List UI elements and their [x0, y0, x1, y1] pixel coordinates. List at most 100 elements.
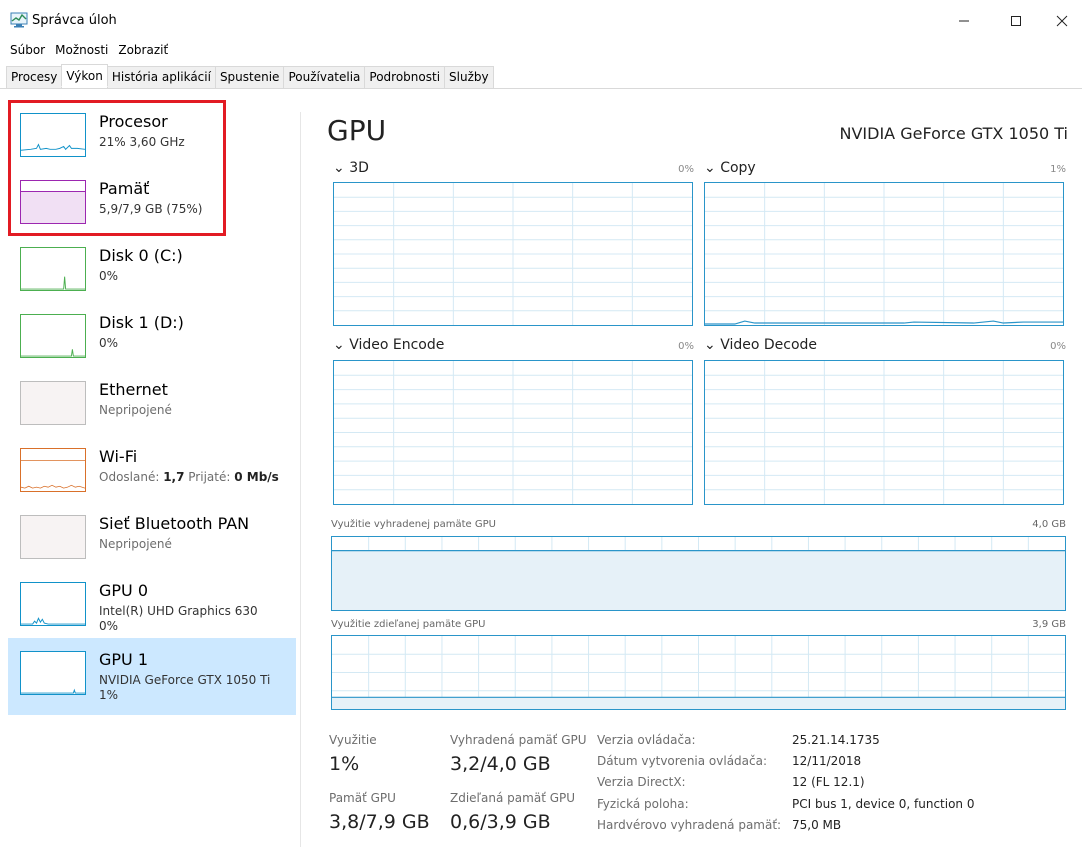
gpu-memory-label: Pamäť GPU	[329, 791, 396, 805]
tab-app-history[interactable]: História aplikácií	[106, 66, 216, 88]
sidebar-item-gpu-0[interactable]: GPU 0 Intel(R) UHD Graphics 630 0%	[8, 569, 296, 638]
sidebar-item-detail: Intel(R) UHD Graphics 630	[99, 604, 258, 618]
graph-3d	[333, 182, 693, 326]
sidebar-item-memory[interactable]: Pamäť 5,9/7,9 GB (75%)	[8, 167, 296, 234]
sidebar-item-bluetooth-pan[interactable]: Sieť Bluetooth PAN Nepripojené	[8, 502, 296, 569]
dedicated-memory-stat-label: Vyhradená pamäť GPU	[450, 733, 587, 747]
page-title: GPU	[327, 114, 387, 147]
window-title: Správca úloh	[32, 13, 117, 28]
dedicated-memory-stat-value: 3,2/4,0 GB	[450, 753, 551, 775]
gpu-0-thumbnail	[20, 582, 86, 626]
disk-0-thumbnail	[20, 247, 86, 291]
close-icon	[1056, 15, 1068, 27]
tabs-divider	[0, 88, 1082, 89]
chevron-down-icon: ⌄	[333, 160, 345, 176]
tab-startup[interactable]: Spustenie	[214, 66, 285, 88]
engine-label: 3D	[349, 160, 369, 176]
info-label: Hardvérovo vyhradená pamäť:	[597, 818, 782, 832]
sidebar-item-label: Disk 1 (D:)	[99, 313, 184, 332]
sidebar-item-label: Procesor	[99, 112, 168, 131]
sidebar-item-gpu-1[interactable]: GPU 1 NVIDIA GeForce GTX 1050 Ti 1%	[8, 638, 296, 715]
close-button[interactable]	[1040, 6, 1082, 36]
sidebar-item-detail: Nepripojené	[99, 403, 172, 417]
menu-file[interactable]: Súbor	[0, 40, 50, 62]
wifi-thumbnail	[20, 448, 86, 492]
driver-version-value: 25.21.14.1735	[792, 733, 880, 747]
sidebar-item-label: Wi-Fi	[99, 447, 138, 466]
sidebar-item-disk-1[interactable]: Disk 1 (D:) 0%	[8, 301, 296, 368]
sidebar-item-wifi[interactable]: Wi-Fi Odoslané: 1,7 Prijaté: 0 Mb/s	[8, 435, 296, 502]
shared-memory-label: Využitie zdieľanej pamäte GPU	[331, 619, 486, 630]
info-label: Dátum vytvorenia ovládača:	[597, 754, 768, 768]
engine-percent: 0%	[1050, 341, 1066, 352]
sidebar-item-label: Disk 0 (C:)	[99, 246, 183, 265]
sidebar-item-usage: 1%	[99, 688, 119, 702]
sidebar-item-label: Sieť Bluetooth PAN	[99, 514, 250, 533]
sidebar-item-usage: 0%	[99, 619, 119, 633]
dedicated-memory-max: 4,0 GB	[1032, 519, 1066, 530]
disk-1-thumbnail	[20, 314, 86, 358]
tab-strip: Procesy Výkon História aplikácií Spusten…	[6, 64, 494, 88]
directx-version-value: 12 (FL 12.1)	[792, 775, 865, 789]
chevron-down-icon: ⌄	[704, 337, 716, 353]
wifi-sent-value: 1,7	[163, 470, 185, 484]
info-label: Verzia ovládača:	[597, 733, 696, 747]
tab-performance[interactable]: Výkon	[61, 64, 108, 87]
ethernet-thumbnail	[20, 381, 86, 425]
graph-video-encode	[333, 360, 693, 505]
engine-selector-video-decode[interactable]: ⌄ Video Decode	[704, 337, 817, 353]
sidebar-item-cpu[interactable]: Procesor 21% 3,60 GHz	[8, 100, 296, 167]
engine-selector-copy[interactable]: ⌄ Copy	[704, 160, 756, 176]
graph-shared-memory	[331, 635, 1066, 710]
graph-copy	[704, 182, 1064, 326]
task-manager-icon	[10, 12, 28, 28]
sidebar-item-detail: 21% 3,60 GHz	[99, 135, 185, 149]
physical-location-value: PCI bus 1, device 0, function 0	[792, 797, 975, 811]
engine-label: Video Decode	[720, 337, 818, 353]
shared-memory-stat-value: 0,6/3,9 GB	[450, 811, 551, 833]
cpu-thumbnail	[20, 113, 86, 157]
engine-selector-video-encode[interactable]: ⌄ Video Encode	[333, 337, 444, 353]
gpu-device-name: NVIDIA GeForce GTX 1050 Ti	[839, 124, 1069, 143]
engine-selector-3d[interactable]: ⌄ 3D	[333, 160, 369, 176]
utilization-value: 1%	[329, 753, 360, 775]
wifi-received-label: Prijaté:	[184, 470, 235, 484]
gpu-1-thumbnail	[20, 651, 86, 695]
graph-dedicated-memory	[331, 536, 1066, 611]
menu-view[interactable]: Zobraziť	[113, 40, 173, 62]
tab-services[interactable]: Služby	[444, 66, 494, 88]
sidebar-item-label: GPU 0	[99, 581, 149, 600]
maximize-button[interactable]	[994, 6, 1038, 36]
tab-users[interactable]: Používatelia	[283, 66, 366, 88]
sidebar-item-detail: 5,9/7,9 GB (75%)	[99, 202, 203, 216]
engine-percent: 1%	[1050, 164, 1066, 175]
menu-options[interactable]: Možnosti	[50, 40, 113, 62]
engine-label: Copy	[720, 160, 756, 176]
minimize-icon	[959, 20, 969, 22]
tab-details[interactable]: Podrobnosti	[364, 66, 446, 88]
sidebar-item-detail: 0%	[99, 269, 119, 283]
panel-divider[interactable]	[300, 112, 301, 847]
sidebar-item-disk-0[interactable]: Disk 0 (C:) 0%	[8, 234, 296, 301]
chevron-down-icon: ⌄	[333, 337, 345, 353]
driver-date-value: 12/11/2018	[792, 754, 862, 768]
shared-memory-stat-label: Zdieľaná pamäť GPU	[450, 791, 576, 805]
memory-thumbnail	[20, 180, 86, 224]
graph-video-decode	[704, 360, 1064, 505]
engine-percent: 0%	[678, 341, 694, 352]
maximize-icon	[1011, 16, 1021, 26]
sidebar-item-label: GPU 1	[99, 650, 149, 669]
info-label: Fyzická poloha:	[597, 797, 689, 811]
tab-processes[interactable]: Procesy	[6, 66, 63, 88]
utilization-label: Využitie	[329, 733, 377, 747]
wifi-received-value: 0 Mb/s	[234, 470, 279, 484]
sidebar-item-detail: Odoslané: 1,7 Prijaté: 0 Mb/s	[99, 469, 279, 485]
sidebar-item-ethernet[interactable]: Ethernet Nepripojené	[8, 368, 296, 435]
performance-sidebar: Procesor 21% 3,60 GHz Pamäť 5,9/7,9 GB (…	[8, 100, 296, 715]
info-label: Verzia DirectX:	[597, 775, 686, 789]
minimize-button[interactable]	[942, 6, 986, 36]
sidebar-item-detail: NVIDIA GeForce GTX 1050 Ti	[99, 673, 271, 687]
gpu-memory-value: 3,8/7,9 GB	[329, 811, 430, 833]
shared-memory-max: 3,9 GB	[1032, 619, 1066, 630]
wifi-sent-label: Odoslané:	[99, 470, 164, 484]
